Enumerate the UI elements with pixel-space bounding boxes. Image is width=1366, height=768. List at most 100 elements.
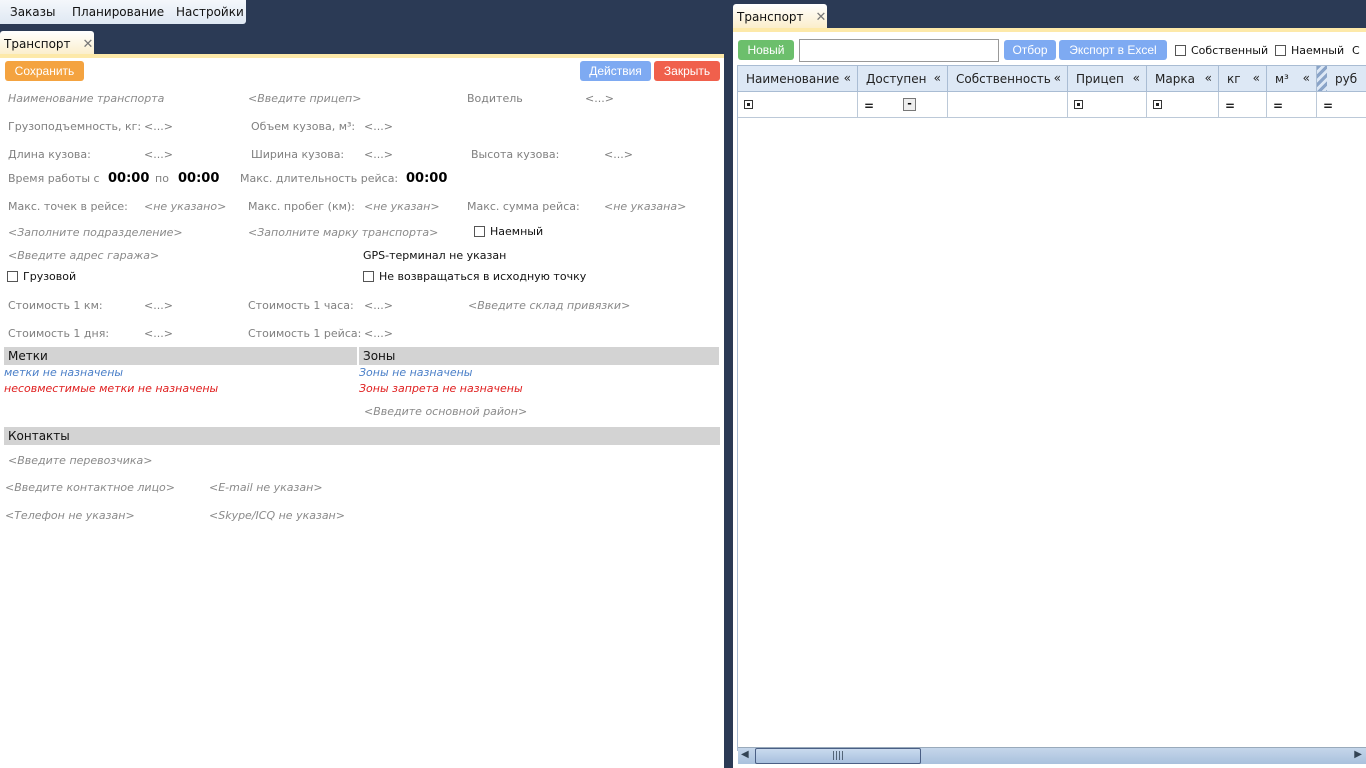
tab-label: Транспорт (4, 37, 71, 51)
cost-km-value[interactable]: <...> (144, 299, 173, 312)
main-menu: Заказы Планирование Настройки (0, 0, 246, 24)
filter-kg[interactable]: = (1219, 92, 1267, 118)
menu-settings[interactable]: Настройки (176, 5, 244, 19)
capacity-value[interactable]: <...> (144, 120, 173, 133)
cargo-label: Грузовой (23, 270, 77, 283)
column-header-m3[interactable]: м³ « (1267, 66, 1317, 92)
column-header-trailer[interactable]: Прицеп « (1068, 66, 1147, 92)
column-header-brand[interactable]: Марка « (1147, 66, 1219, 92)
column-header-kg[interactable]: кг « (1219, 66, 1267, 92)
own-checkbox[interactable]: Собственный (1175, 44, 1268, 57)
cost-hour-value[interactable]: <...> (364, 299, 393, 312)
cargo-checkbox[interactable]: Грузовой (7, 270, 76, 283)
scroll-right-icon[interactable]: ▶ (1354, 749, 1362, 760)
tab-transport-form[interactable]: Транспорт ✕ (0, 31, 94, 55)
collapse-icon[interactable]: « (1303, 71, 1310, 85)
incompatible-tags-link[interactable]: несовместимые метки не назначены (4, 382, 218, 395)
filter-icon[interactable] (1074, 100, 1083, 109)
warehouse-input[interactable]: <Введите склад привязки> (468, 299, 630, 312)
zones-link[interactable]: Зоны не назначены (359, 366, 472, 379)
tab-label: Транспорт (737, 10, 804, 24)
column-label: кг (1227, 72, 1241, 86)
save-button[interactable]: Сохранить (5, 61, 84, 81)
max-run-value[interactable]: <не указан> (364, 200, 440, 213)
length-label: Длина кузова: (8, 148, 91, 161)
close-button[interactable]: Закрыть (654, 61, 720, 81)
tristate-checkbox[interactable]: - (903, 98, 916, 111)
trailer-input[interactable]: <Введите прицеп> (248, 92, 361, 105)
close-icon[interactable]: ✕ (816, 10, 827, 25)
max-duration-input[interactable]: 00:00 (406, 171, 447, 186)
filter-available[interactable]: = - (858, 92, 948, 118)
length-value[interactable]: <...> (144, 148, 173, 161)
collapse-icon[interactable]: « (1205, 71, 1212, 85)
filter-rub[interactable]: = (1317, 92, 1366, 118)
scroll-thumb[interactable]: |||| (755, 748, 921, 764)
collapse-icon[interactable]: « (1054, 71, 1061, 85)
email-input[interactable]: <E-mail не указан> (209, 481, 323, 494)
filter-name[interactable] (738, 92, 858, 118)
collapse-icon[interactable]: « (934, 71, 941, 85)
work-from-input[interactable]: 00:00 (108, 171, 149, 186)
export-excel-button[interactable]: Экспорт в Excel (1059, 40, 1167, 60)
district-input[interactable]: <Введите основной район> (364, 405, 527, 418)
max-points-value[interactable]: <не указано> (144, 200, 226, 213)
tab-transport-list[interactable]: Транспорт ✕ (733, 4, 827, 28)
driver-value[interactable]: <...> (585, 92, 614, 105)
scroll-left-icon[interactable]: ◀ (741, 749, 749, 760)
gps-terminal[interactable]: GPS-терминал не указан (363, 249, 506, 262)
height-value[interactable]: <...> (604, 148, 633, 161)
filter-ownership (948, 92, 1068, 118)
collapse-icon[interactable]: « (844, 71, 851, 85)
column-label: Наименование (746, 72, 840, 86)
filter-brand[interactable] (1147, 92, 1219, 118)
collapse-icon[interactable]: « (1253, 71, 1260, 85)
max-sum-label: Макс. сумма рейса: (467, 200, 580, 213)
filter-trailer[interactable] (1068, 92, 1147, 118)
cost-day-label: Стоимость 1 дня: (8, 327, 110, 340)
garage-address-input[interactable]: <Введите адрес гаража> (8, 249, 159, 262)
new-button[interactable]: Новый (738, 40, 794, 60)
tags-link[interactable]: метки не назначены (4, 366, 123, 379)
department-input[interactable]: <Заполните подразделение> (8, 226, 183, 239)
filter-icon[interactable] (1153, 100, 1162, 109)
column-header-rub[interactable]: руб (1317, 66, 1366, 92)
column-header-name[interactable]: Наименование « (738, 66, 858, 92)
max-sum-value[interactable]: <не указана> (604, 200, 686, 213)
column-header-ownership[interactable]: Собственность « (948, 66, 1068, 92)
brand-input[interactable]: <Заполните марку транспорта> (248, 226, 438, 239)
skype-input[interactable]: <Skype/ICQ не указан> (209, 509, 345, 522)
filter-icon[interactable] (744, 100, 753, 109)
filter-button[interactable]: Отбор (1004, 40, 1056, 60)
width-value[interactable]: <...> (364, 148, 393, 161)
no-return-checkbox[interactable]: Не возвращаться в исходную точку (363, 270, 586, 283)
close-icon[interactable]: ✕ (83, 37, 94, 52)
actions-button[interactable]: Действия (580, 61, 651, 81)
filter-m3[interactable]: = (1267, 92, 1317, 118)
volume-value[interactable]: <...> (364, 120, 393, 133)
column-header-available[interactable]: Доступен « (858, 66, 948, 92)
driver-label: Водитель (467, 92, 523, 105)
search-input[interactable] (799, 39, 999, 62)
equals-icon[interactable]: = (1323, 99, 1333, 113)
checkbox-icon (1175, 45, 1186, 56)
cost-trip-value[interactable]: <...> (364, 327, 393, 340)
horizontal-scrollbar[interactable]: ◀ |||| ▶ (738, 747, 1366, 764)
cost-day-value[interactable]: <...> (144, 327, 173, 340)
equals-icon[interactable]: = (1225, 99, 1235, 113)
collapse-icon[interactable]: « (1133, 71, 1140, 85)
hired-filter-checkbox[interactable]: Наемный (1275, 44, 1344, 57)
contact-person-input[interactable]: <Введите контактное лицо> (5, 481, 175, 494)
work-to-input[interactable]: 00:00 (178, 171, 219, 186)
equals-icon[interactable]: = (1273, 99, 1283, 113)
phone-input[interactable]: <Телефон не указан> (5, 509, 135, 522)
own-label: Собственный (1191, 44, 1269, 57)
menu-planning[interactable]: Планирование (72, 5, 164, 19)
equals-icon[interactable]: = (864, 99, 874, 113)
name-input[interactable]: Наименование транспорта (8, 92, 164, 105)
column-label: Марка (1155, 72, 1195, 86)
hired-checkbox[interactable]: Наемный (474, 225, 543, 238)
forbidden-zones-link[interactable]: Зоны запрета не назначены (359, 382, 523, 395)
carrier-input[interactable]: <Введите перевозчика> (8, 454, 152, 467)
menu-orders[interactable]: Заказы (10, 5, 56, 19)
